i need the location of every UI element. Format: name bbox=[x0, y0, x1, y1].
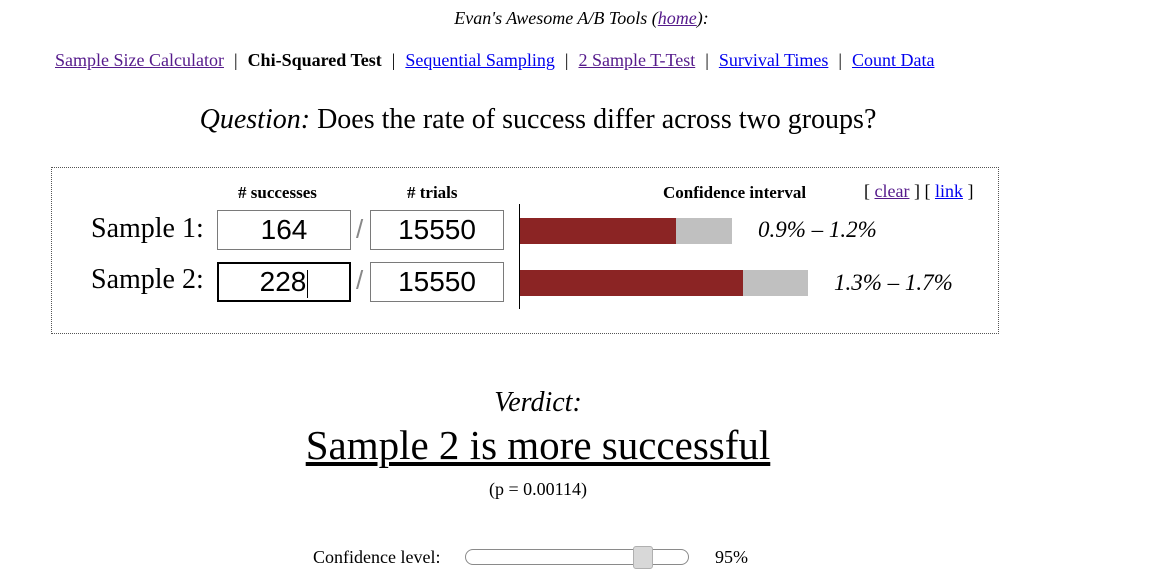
nav-separator: | bbox=[564, 50, 569, 70]
site-title-prefix: Evan's Awesome A/B Tools ( bbox=[454, 8, 658, 28]
link-link[interactable]: link bbox=[935, 181, 963, 201]
nav-separator: | bbox=[233, 50, 238, 70]
confidence-level-label: Confidence level: bbox=[313, 547, 441, 567]
sample-2-trials-input[interactable]: 15550 bbox=[370, 262, 504, 302]
nav-survival-times[interactable]: Survival Times bbox=[719, 50, 829, 70]
divider-slash: / bbox=[356, 214, 364, 244]
clear-link[interactable]: clear bbox=[875, 181, 910, 201]
sample-1-ci-text: 0.9% – 1.2% bbox=[758, 217, 877, 242]
nav-separator: | bbox=[838, 50, 842, 70]
sample-2-successes-input[interactable]: 228 bbox=[217, 262, 351, 302]
site-title: Evan's Awesome A/B Tools (home): bbox=[0, 8, 1163, 29]
panel-links: [ clear ] [ link ] bbox=[864, 181, 974, 201]
nav-count-data[interactable]: Count Data bbox=[852, 50, 935, 70]
nav-chi-squared-test: Chi-Squared Test bbox=[247, 50, 382, 70]
sample-2-successes-value: 228 bbox=[259, 266, 307, 297]
confidence-level-slider[interactable] bbox=[465, 549, 689, 565]
verdict-label: Verdict: bbox=[494, 387, 582, 418]
sample-1-successes-value: 164 bbox=[260, 214, 308, 245]
sample-2-trials-value: 15550 bbox=[398, 266, 476, 297]
nav-sequential-sampling[interactable]: Sequential Sampling bbox=[405, 50, 554, 70]
tool-nav: Sample Size Calculator | Chi-Squared Test |… bbox=[55, 50, 934, 71]
verdict-text: Sample 2 is more successful bbox=[305, 422, 771, 468]
question: Question: Does the rate of success diffe… bbox=[0, 104, 1076, 136]
sample-1-successes-input[interactable]: 164 bbox=[217, 210, 351, 250]
trials-header: # trials bbox=[407, 183, 458, 202]
sample-1-ci-bar-fill bbox=[520, 218, 676, 244]
sample-2-ci-bar-fill bbox=[520, 270, 743, 296]
sample-1-label: Sample 1: bbox=[91, 213, 204, 244]
nav-separator: | bbox=[391, 50, 396, 70]
nav-2-sample-t-test[interactable]: 2 Sample T-Test bbox=[578, 50, 695, 70]
confidence-level-slider-thumb[interactable] bbox=[633, 546, 653, 569]
sample-1-trials-value: 15550 bbox=[398, 214, 476, 245]
divider-slash: / bbox=[356, 265, 364, 295]
sample-2-label: Sample 2: bbox=[91, 264, 204, 295]
question-text: Does the rate of success differ across t… bbox=[310, 104, 877, 135]
sample-1-trials-input[interactable]: 15550 bbox=[370, 210, 504, 250]
nav-sample-size-calculator[interactable]: Sample Size Calculator bbox=[55, 50, 224, 70]
successes-header: # successes bbox=[238, 183, 317, 202]
sample-2-ci-text: 1.3% – 1.7% bbox=[834, 270, 953, 295]
text-caret bbox=[307, 269, 309, 298]
question-label: Question: bbox=[199, 104, 311, 135]
p-value: (p = 0.00114) bbox=[489, 479, 587, 499]
confidence-interval-header: Confidence interval bbox=[663, 183, 807, 202]
home-link[interactable]: home bbox=[658, 8, 697, 28]
confidence-level-value: 95% bbox=[715, 547, 748, 567]
site-title-suffix: ): bbox=[696, 8, 709, 28]
nav-separator: | bbox=[705, 50, 709, 70]
input-panel bbox=[51, 167, 999, 334]
